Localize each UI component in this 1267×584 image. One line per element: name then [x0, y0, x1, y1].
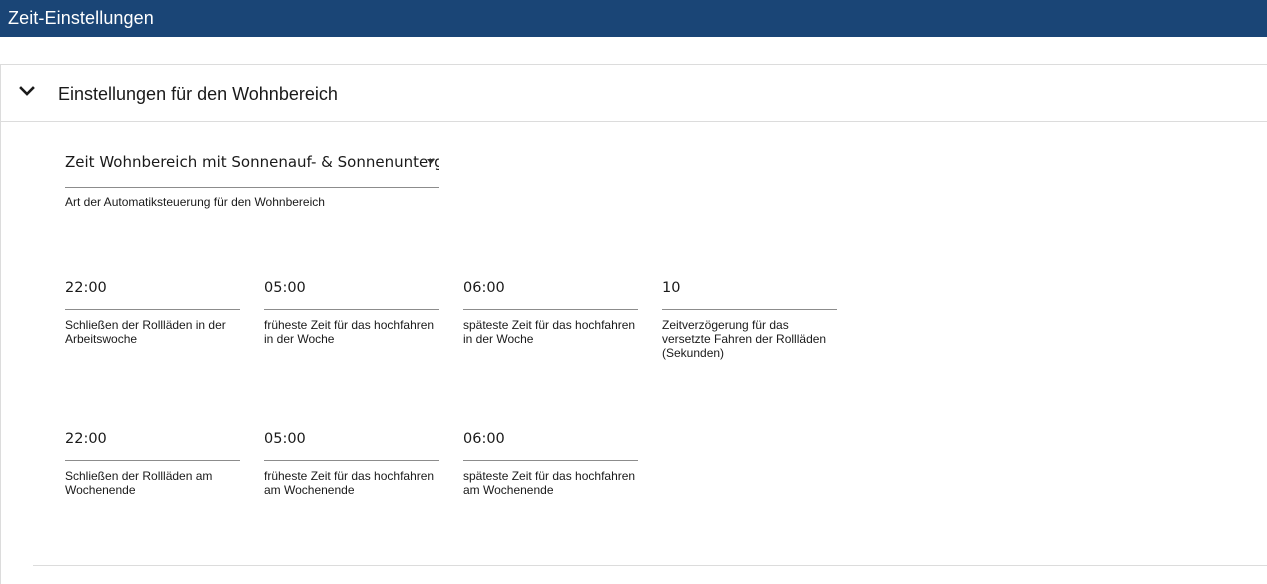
automation-mode-select[interactable]: Zeit Wohnbereich mit Sonnenauf- & Sonnen…: [65, 152, 439, 188]
automation-mode-value: Zeit Wohnbereich mit Sonnenauf- & Sonnen…: [65, 153, 439, 171]
delay-label: Zeitverzögerung für das versetzte Fahren…: [662, 318, 827, 360]
delay-input[interactable]: 10: [662, 275, 837, 310]
panel-title: Einstellungen für den Wohnbereich: [58, 84, 338, 104]
week-latest-up-input[interactable]: 06:00: [463, 275, 638, 310]
week-earliest-up-field: 05:00 früheste Zeit für das hochfahren i…: [264, 275, 439, 346]
weekend-earliest-up-value: 05:00: [264, 431, 306, 447]
section-divider: [33, 565, 1267, 566]
weekend-close-value: 22:00: [65, 431, 107, 447]
dropdown-arrow-icon: [427, 159, 435, 164]
weekend-latest-up-input[interactable]: 06:00: [463, 426, 638, 461]
weekend-earliest-up-label: früheste Zeit für das hochfahren am Woch…: [264, 469, 435, 497]
week-close-label: Schließen der Rollläden in der Arbeitswo…: [65, 318, 226, 346]
weekend-latest-up-label: späteste Zeit für das hochfahren am Woch…: [463, 469, 636, 497]
chevron-down-icon[interactable]: [19, 85, 35, 97]
week-latest-up-label: späteste Zeit für das hochfahren in der …: [463, 318, 636, 346]
delay-field: 10 Zeitverzögerung für das versetzte Fah…: [662, 275, 837, 360]
weekend-earliest-up-input[interactable]: 05:00: [264, 426, 439, 461]
week-close-input[interactable]: 22:00: [65, 275, 240, 310]
panel-header-toggle[interactable]: Einstellungen für den Wohnbereich: [1, 65, 1267, 122]
week-earliest-up-label: früheste Zeit für das hochfahren in der …: [264, 318, 435, 346]
window-title: Zeit-Einstellungen: [0, 0, 1267, 37]
week-latest-up-value: 06:00: [463, 280, 505, 296]
week-earliest-up-value: 05:00: [264, 280, 306, 296]
week-close-value: 22:00: [65, 280, 107, 296]
weekend-latest-up-field: 06:00 späteste Zeit für das hochfahren a…: [463, 426, 638, 497]
weekend-close-input[interactable]: 22:00: [65, 426, 240, 461]
weekend-close-field: 22:00 Schließen der Rollläden am Wochene…: [65, 426, 240, 497]
weekend-latest-up-value: 06:00: [463, 431, 505, 447]
weekend-close-label: Schließen der Rollläden am Wochenende: [65, 469, 213, 497]
automation-mode-help: Art der Automatiksteuerung für den Wohnb…: [65, 195, 325, 209]
week-close-field: 22:00 Schließen der Rollläden in der Arb…: [65, 275, 240, 346]
delay-value: 10: [662, 280, 681, 296]
week-earliest-up-input[interactable]: 05:00: [264, 275, 439, 310]
weekend-earliest-up-field: 05:00 früheste Zeit für das hochfahren a…: [264, 426, 439, 497]
week-latest-up-field: 06:00 späteste Zeit für das hochfahren i…: [463, 275, 638, 346]
